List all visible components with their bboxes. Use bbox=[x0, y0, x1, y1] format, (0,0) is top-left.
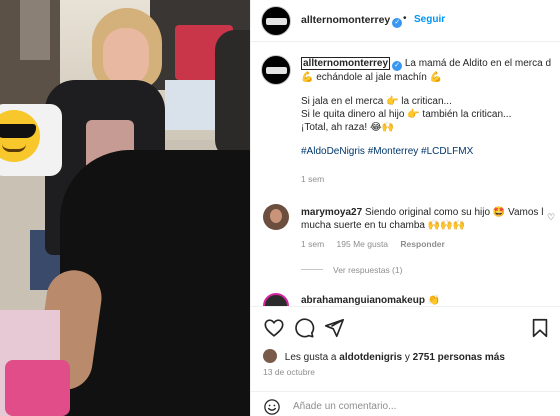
caption-line3-end: la critican... bbox=[401, 96, 452, 107]
image-toys bbox=[5, 360, 70, 416]
comment-item: abrahamanguianomakeup 👏 bbox=[251, 290, 560, 306]
caption-line-5: ¡Total, ah raza! 😂🙌 bbox=[301, 121, 559, 134]
comment-input[interactable] bbox=[293, 398, 543, 414]
caption-line2-text: echándole al jale machín bbox=[316, 72, 427, 83]
pointing-emoji-2: 👉 bbox=[407, 109, 420, 120]
commenter-username[interactable]: marymoya27 bbox=[301, 207, 362, 218]
add-comment-bar bbox=[251, 391, 560, 416]
image-man-head bbox=[215, 30, 250, 160]
caption-avatar[interactable] bbox=[261, 55, 291, 85]
view-replies-label[interactable]: Ver respuestas (1) bbox=[333, 265, 402, 275]
caption-line5-text: ¡Total, ah raza! bbox=[301, 122, 368, 133]
commenter-avatar[interactable] bbox=[263, 204, 289, 230]
caption-hashtags[interactable]: #AldoDeNigris #Monterrey #LCDLFMX bbox=[301, 145, 559, 158]
likes-count[interactable]: 2751 personas más bbox=[413, 352, 505, 363]
sunglasses-icon bbox=[0, 124, 36, 138]
verified-icon: ✓ bbox=[392, 61, 403, 71]
commenter-avatar[interactable] bbox=[263, 293, 289, 306]
comment-icon[interactable] bbox=[293, 317, 315, 339]
caption-line1-text: La mamá de Aldito en el merca d bbox=[404, 58, 552, 69]
liker-username[interactable]: aldotdenigris bbox=[339, 352, 402, 363]
commenter-username[interactable]: abrahamanguianomakeup bbox=[301, 295, 425, 306]
heart-icon[interactable] bbox=[263, 317, 285, 339]
likes-mid: y bbox=[404, 352, 410, 363]
post-image[interactable] bbox=[0, 0, 250, 416]
raised-hands-emoji: 🙌🙌🙌 bbox=[427, 220, 466, 231]
comment-body-tail: Vamos l bbox=[508, 207, 544, 218]
laugh-emoji: 😂🙌 bbox=[369, 122, 395, 133]
avatar-logo-mark bbox=[266, 67, 287, 74]
clap-emoji: 👏 bbox=[427, 295, 441, 306]
liker-avatar[interactable] bbox=[263, 349, 277, 363]
caption-line-2: 💪 echándole al jale machín 💪 bbox=[301, 71, 559, 84]
bicep-emoji: 💪 bbox=[301, 72, 314, 83]
author-avatar[interactable] bbox=[261, 6, 291, 36]
post-header: allternomonterrey ✓ • Seguir bbox=[251, 0, 560, 42]
post-actions: Les gusta a aldotdenigris y 2751 persona… bbox=[251, 306, 560, 416]
comment-likes[interactable]: 195 Me gusta bbox=[337, 239, 389, 249]
comment-text: marymoya27 Siendo original como su hijo … bbox=[301, 206, 559, 232]
pointing-emoji: 👉 bbox=[386, 96, 399, 107]
star-eyes-emoji: 🤩 bbox=[492, 207, 506, 218]
author-username-text[interactable]: allternomonterrey bbox=[301, 14, 390, 26]
header-separator: • bbox=[403, 13, 407, 24]
comment-text: abrahamanguianomakeup 👏 bbox=[301, 295, 440, 306]
author-username[interactable]: allternomonterrey ✓ bbox=[301, 14, 403, 28]
likes-summary: Les gusta a aldotdenigris y 2751 persona… bbox=[263, 349, 505, 363]
avatar-logo-mark bbox=[266, 18, 287, 25]
caption-line-4: Si le quita dinero al hijo 👉 también la … bbox=[301, 108, 559, 121]
caption-line-1: allternomonterrey ✓ La mamá de Aldito en … bbox=[301, 57, 559, 71]
view-replies-button[interactable]: Ver respuestas (1) bbox=[301, 265, 402, 275]
post-caption: allternomonterrey ✓ La mamá de Aldito en … bbox=[251, 48, 560, 190]
caption-line4-end: también la critican... bbox=[422, 109, 512, 120]
caption-gap bbox=[301, 84, 559, 95]
comment-like-heart-icon[interactable]: ♡ bbox=[547, 212, 555, 223]
bicep-emoji-2: 💪 bbox=[429, 72, 443, 83]
image-hanging-clothes-2 bbox=[20, 0, 50, 60]
bookmark-icon[interactable] bbox=[529, 317, 551, 339]
comment-item: marymoya27 Siendo original como su hijo … bbox=[251, 202, 560, 282]
caption-gap-2 bbox=[301, 134, 559, 145]
smiley-icon[interactable] bbox=[263, 398, 281, 416]
caption-timestamp[interactable]: 1 sem bbox=[301, 174, 324, 184]
caption-line4-text: Si le quita dinero al hijo bbox=[301, 109, 405, 120]
caption-line3-text: Si jala en el merca bbox=[301, 96, 384, 107]
follow-button[interactable]: Seguir bbox=[414, 14, 445, 25]
comment-time[interactable]: 1 sem bbox=[301, 239, 324, 249]
caption-username[interactable]: allternomonterrey bbox=[301, 57, 391, 70]
post-date[interactable]: 13 de octubre bbox=[263, 367, 315, 377]
verified-icon: ✓ bbox=[392, 18, 403, 28]
comment-meta: 1 sem 195 Me gusta Responder bbox=[301, 239, 455, 249]
post-side-panel: allternomonterrey ✓ • Seguir allternomont… bbox=[250, 0, 560, 416]
caption-line-3: Si jala en el merca 👉 la critican... bbox=[301, 95, 559, 108]
reply-button[interactable]: Responder bbox=[400, 239, 444, 249]
image-woman-face bbox=[103, 28, 149, 86]
comment-body: Siendo original como su hijo bbox=[364, 207, 491, 218]
comment-line2: mucha suerte en tu chamba bbox=[301, 220, 425, 231]
caption-text: allternomonterrey ✓ La mamá de Aldito en … bbox=[301, 57, 559, 158]
likes-prefix: Les gusta a bbox=[284, 352, 337, 363]
share-icon[interactable] bbox=[323, 317, 345, 339]
